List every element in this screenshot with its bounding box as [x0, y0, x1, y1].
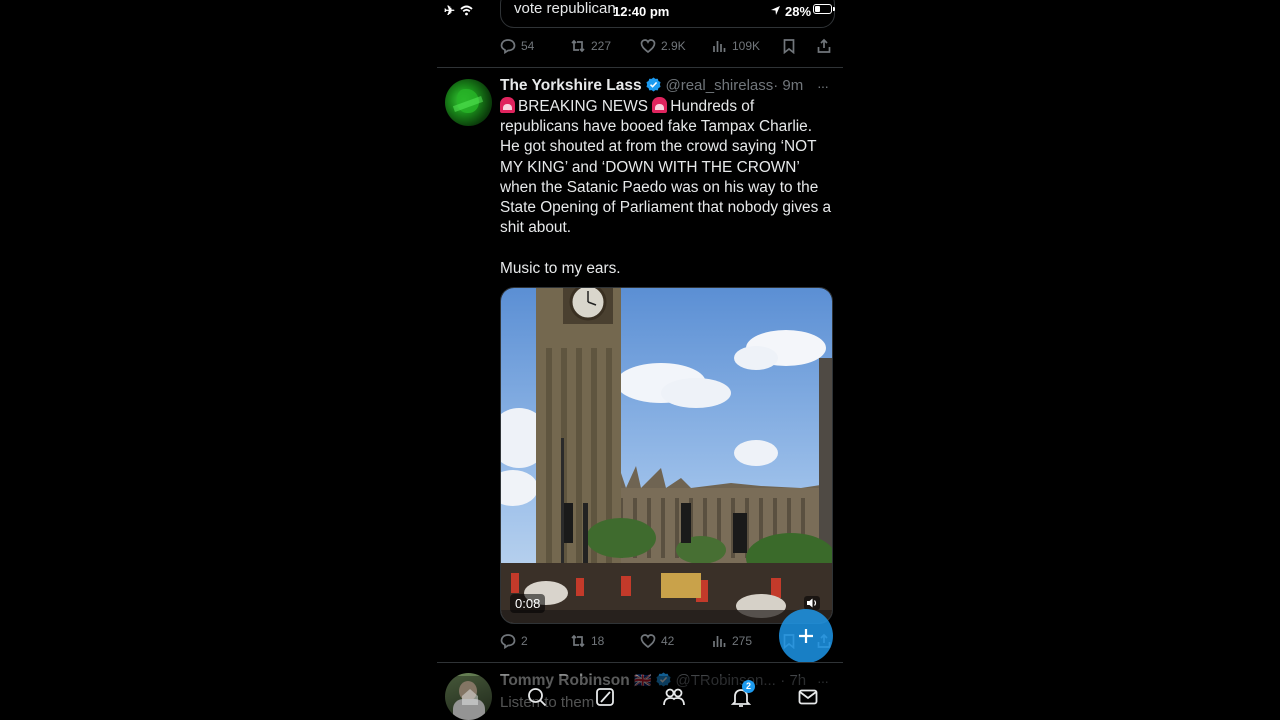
views-icon [713, 636, 726, 647]
video-player[interactable]: 0:08 [500, 287, 833, 624]
author-handle[interactable]: @real_shirelass [665, 77, 773, 94]
wifi-icon [460, 5, 473, 16]
notification-badge: 2 [742, 680, 755, 693]
search-icon [528, 688, 547, 707]
status-time: 12:40 pm [613, 4, 670, 19]
compose-button[interactable] [779, 609, 833, 663]
repost-button[interactable]: 227 [570, 35, 611, 57]
grok-tab[interactable] [594, 686, 616, 713]
reply-count: 2 [521, 634, 528, 648]
share-button[interactable] [816, 35, 832, 57]
battery-percent: 28% [785, 4, 812, 19]
bottom-nav: 2 [437, 676, 843, 720]
home-icon [462, 689, 478, 705]
more-options-icon[interactable]: ··· [817, 78, 829, 94]
repost-count: 18 [591, 634, 605, 648]
tweet-body: Hundreds of republicans have booed fake … [500, 98, 836, 237]
repost-icon [571, 634, 585, 648]
repost-count: 227 [591, 39, 612, 53]
grok-icon [596, 688, 614, 706]
communities-tab[interactable] [662, 686, 686, 713]
views-button[interactable]: 109K [711, 35, 760, 57]
repost-button[interactable]: 18 [570, 630, 604, 652]
like-button[interactable]: 42 [640, 630, 674, 652]
battery-icon [813, 4, 832, 14]
prev-tweet-actions: 54 227 2.9K 109K [500, 35, 835, 57]
author-name[interactable]: The Yorkshire Lass [500, 77, 642, 94]
messages-tab[interactable] [797, 686, 819, 713]
home-tab[interactable] [459, 686, 481, 713]
like-count: 2.9K [661, 39, 686, 53]
tweet-header: The Yorkshire Lass @real_shirelass· 9m [500, 77, 803, 95]
volume-icon[interactable] [804, 596, 820, 610]
views-icon [713, 41, 726, 52]
reply-icon [500, 39, 516, 54]
tweet-time: · 9m [773, 77, 804, 94]
share-icon [817, 38, 831, 53]
views-count: 109K [732, 39, 761, 53]
tweet-divider [437, 662, 843, 663]
tweet-divider [437, 67, 843, 68]
verified-badge-icon [646, 77, 661, 92]
tweet-text: BREAKING NEWS Hundreds of republicans ha… [500, 97, 835, 279]
views-button[interactable]: 275 [711, 630, 752, 652]
siren-emoji-icon [652, 97, 668, 113]
bookmark-button[interactable] [781, 35, 797, 57]
communities-icon [663, 688, 685, 706]
like-button[interactable]: 2.9K [640, 35, 686, 57]
like-count: 42 [661, 634, 675, 648]
reply-count: 54 [521, 39, 535, 53]
search-tab[interactable] [526, 686, 548, 713]
tweet-footer: Music to my ears. [500, 259, 621, 277]
airplane-icon: ✈ [444, 3, 455, 18]
heart-icon [640, 634, 656, 649]
siren-emoji-icon [500, 97, 515, 113]
location-icon [771, 6, 780, 15]
avatar[interactable] [445, 79, 492, 126]
mail-icon [798, 689, 818, 705]
repost-icon [571, 39, 585, 53]
battery-tip [833, 7, 835, 11]
breaking-label: BREAKING NEWS [518, 98, 648, 115]
reply-button[interactable]: 2 [500, 630, 528, 652]
video-duration: 0:08 [510, 594, 546, 613]
plus-icon [799, 629, 813, 643]
quoted-text: vote republican [514, 0, 616, 17]
bookmark-icon [783, 39, 795, 54]
reply-button[interactable]: 54 [500, 35, 534, 57]
views-count: 275 [732, 634, 753, 648]
heart-icon [640, 39, 656, 54]
video-frame [501, 288, 832, 623]
notifications-tab[interactable]: 2 [730, 680, 755, 713]
reply-icon [500, 634, 516, 649]
